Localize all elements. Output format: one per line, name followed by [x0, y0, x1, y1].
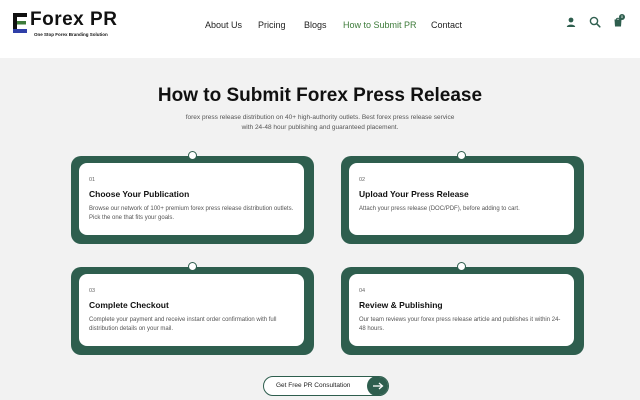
step-connector-dot: [457, 151, 466, 160]
main-nav: About Us Pricing Blogs How to Submit PR …: [0, 20, 640, 34]
cart-button[interactable]: 0: [612, 14, 626, 28]
step-number: 03: [89, 288, 96, 294]
step-description: Attach your press release (DOC/PDF), bef…: [359, 206, 520, 212]
page-title: How to Submit Forex Press Release: [157, 85, 483, 106]
step-card: 04 Review & Publishing Our team reviews …: [341, 262, 584, 355]
search-icon[interactable]: [589, 16, 601, 28]
cta-arrow-button[interactable]: [367, 377, 388, 395]
page-subtitle: forex press release distribution on 40+ …: [185, 114, 455, 131]
step-card: 02 Upload Your Press Release Attach your…: [341, 151, 584, 244]
step-connector-dot: [188, 151, 197, 160]
step-number: 02: [359, 177, 366, 183]
arrow-right-icon: [373, 382, 384, 390]
free-consultation-button[interactable]: Get Free PR Consultation: [263, 376, 389, 396]
step-number: 04: [359, 288, 366, 294]
nav-item-how-to-submit-pr[interactable]: How to Submit PR: [343, 20, 417, 30]
step-description: Browse our network of 100+ premium forex…: [89, 206, 294, 221]
step-connector-dot: [457, 262, 466, 271]
step-card-body: 01 Choose Your Publication Browse our ne…: [79, 163, 304, 235]
step-card-body: 03 Complete Checkout Complete your payme…: [79, 274, 304, 346]
step-connector-dot: [188, 262, 197, 271]
step-card-body: 02 Upload Your Press Release Attach your…: [349, 163, 574, 235]
step-title: Choose Your Publication: [89, 189, 190, 199]
nav-item-blogs[interactable]: Blogs: [304, 20, 327, 30]
step-title: Review & Publishing: [359, 300, 443, 310]
nav-item-contact[interactable]: Contact: [431, 20, 462, 30]
step-card-body: 04 Review & Publishing Our team reviews …: [349, 274, 574, 346]
site-header: Forex PR One Stop Forex Branding Solutio…: [0, 0, 640, 58]
step-description: Our team reviews your forex press releas…: [359, 317, 561, 332]
nav-item-about-us[interactable]: About Us: [205, 20, 242, 30]
step-number: 01: [89, 177, 96, 183]
step-description: Complete your payment and receive instan…: [89, 317, 277, 332]
nav-item-pricing[interactable]: Pricing: [258, 20, 286, 30]
cta-label: Get Free PR Consultation: [276, 382, 351, 389]
step-title: Upload Your Press Release: [359, 189, 469, 199]
step-card: 01 Choose Your Publication Browse our ne…: [71, 151, 314, 244]
user-icon[interactable]: [565, 16, 577, 28]
step-title: Complete Checkout: [89, 300, 169, 310]
cart-count-badge: 0: [619, 14, 625, 20]
step-card: 03 Complete Checkout Complete your payme…: [71, 262, 314, 355]
